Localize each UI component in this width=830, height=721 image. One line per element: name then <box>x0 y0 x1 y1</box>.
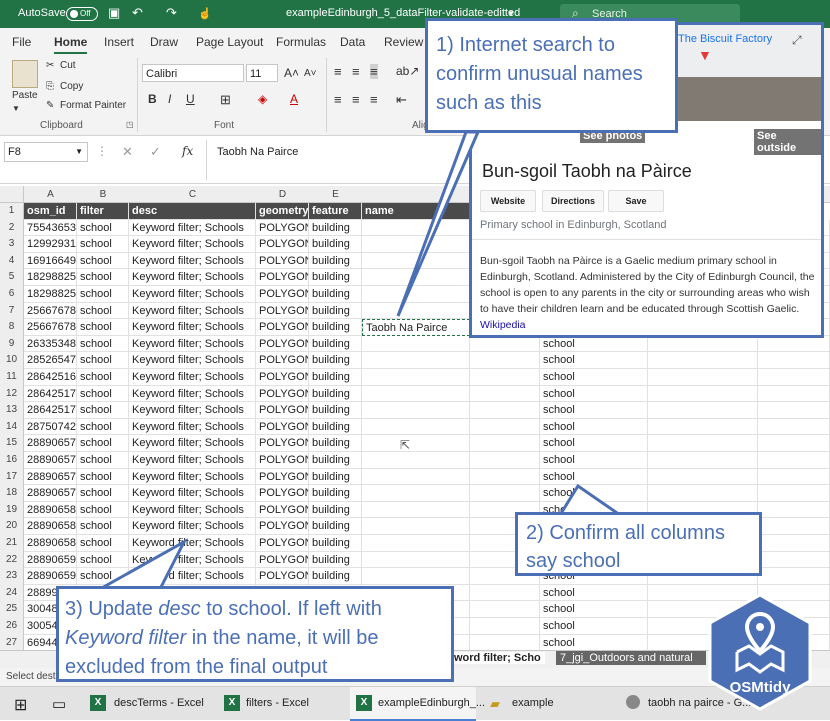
callout3-desc: desc <box>158 598 201 620</box>
callout-update-desc: 3) Update desc to school. If left with K… <box>56 586 454 682</box>
callout3-keyword-filter: Keyword filter <box>65 627 187 649</box>
callout1-pointer <box>396 130 481 317</box>
callout3-pointer <box>94 538 188 591</box>
osmtidy-logo: OSMtidy <box>708 593 812 711</box>
callout1-text: 1) Internet search to confirm unusual na… <box>436 34 643 114</box>
callout2-pointer <box>557 483 625 517</box>
callout3-text-b: to school. If left with <box>200 598 382 620</box>
callout-internet-search: 1) Internet search to confirm unusual na… <box>425 18 678 133</box>
logo-text: OSMtidy <box>730 679 791 696</box>
callout-confirm-columns: 2) Confirm all columns say school <box>515 512 762 576</box>
callout2-text: 2) Confirm all columns say school <box>526 522 725 572</box>
callout3-text-a: 3) Update <box>65 598 159 620</box>
